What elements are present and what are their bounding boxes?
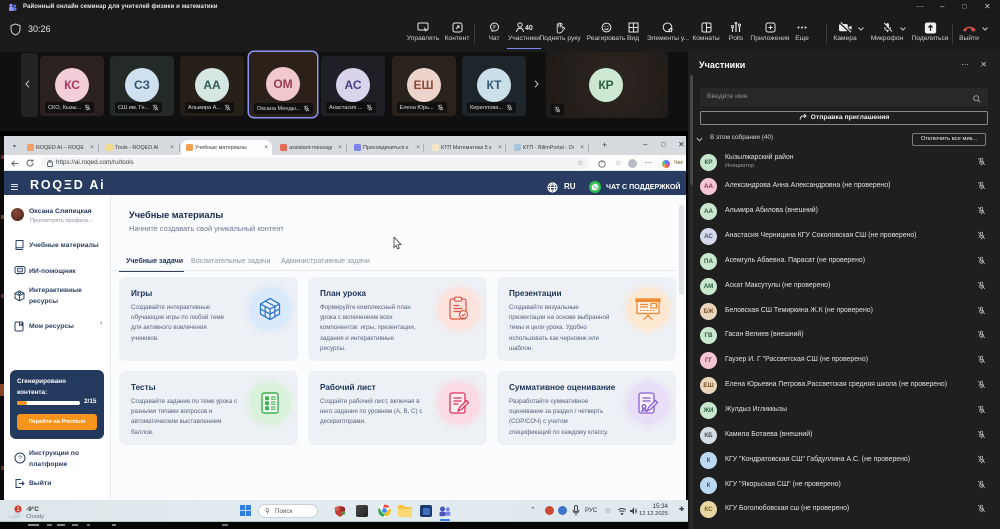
svg-text:?: ? (18, 455, 22, 462)
